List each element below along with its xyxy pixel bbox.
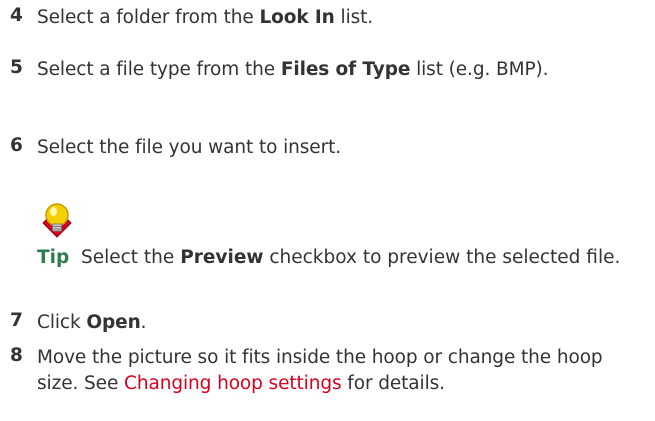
step-number: 6 [10, 135, 23, 156]
tip-note: Tip Select the Preview checkbox to previ… [37, 247, 621, 268]
step-number: 4 [10, 5, 23, 26]
step-text: Select a folder from the Look In list. [37, 7, 374, 28]
step-number: 5 [10, 57, 23, 78]
ui-term-look-in: Look In [259, 7, 335, 28]
step-number: 8 [10, 345, 23, 366]
tip-label: Tip [37, 247, 70, 268]
ui-term-preview: Preview [180, 247, 264, 268]
changing-hoop-settings-link[interactable]: Changing hoop settings [124, 373, 342, 394]
ui-term-files-of-type: Files of Type [280, 59, 411, 80]
step-number: 7 [10, 310, 23, 331]
step-text: Select a file type from the Files of Typ… [37, 59, 549, 80]
step-text: Select the file you want to insert. [37, 137, 342, 158]
step-text: Move the picture so it fits inside the h… [37, 347, 603, 394]
ui-term-open: Open [86, 312, 141, 333]
lightbulb-icon [42, 203, 72, 238]
instruction-page: 4 Select a folder from the Look In list.… [0, 0, 655, 421]
step-text: Click Open. [37, 312, 147, 333]
